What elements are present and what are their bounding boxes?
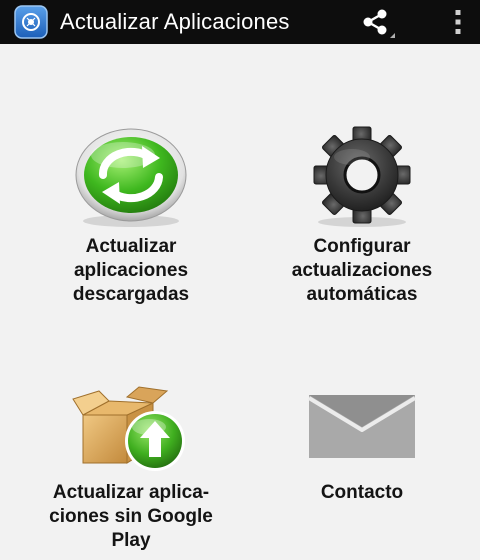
refresh-icon — [75, 128, 187, 227]
app-title: Actualizar Aplicaciones — [60, 9, 290, 34]
app-logo-icon[interactable] — [14, 5, 48, 39]
action-bar: Actualizar Aplicaciones — [0, 0, 480, 44]
share-icon — [363, 9, 395, 38]
update-apps-without-google-play-button[interactable]: Actualizar aplica- ciones sin Google Pla… — [11, 385, 251, 553]
contact-button[interactable]: Contacto — [242, 385, 480, 505]
contact-label: Contacto — [320, 482, 404, 503]
share-button[interactable] — [352, 4, 402, 40]
update-downloaded-apps-button[interactable]: Actualizar aplicaciones descargadas — [11, 125, 251, 307]
update-apps-without-google-play-label: Actualizar aplica- ciones sin Google Pla… — [49, 482, 213, 551]
overflow-menu-icon — [455, 10, 461, 34]
gear-icon — [313, 126, 411, 227]
overflow-menu-button[interactable] — [440, 4, 476, 40]
update-downloaded-apps-label: Actualizar aplicaciones descargadas — [72, 236, 190, 305]
box-upload-icon — [72, 386, 185, 471]
mail-icon — [307, 395, 417, 458]
configure-auto-updates-button[interactable]: Configurar actualizaciones automáticas — [242, 125, 480, 307]
configure-auto-updates-label: Configurar actualizaciones automáticas — [291, 236, 433, 305]
